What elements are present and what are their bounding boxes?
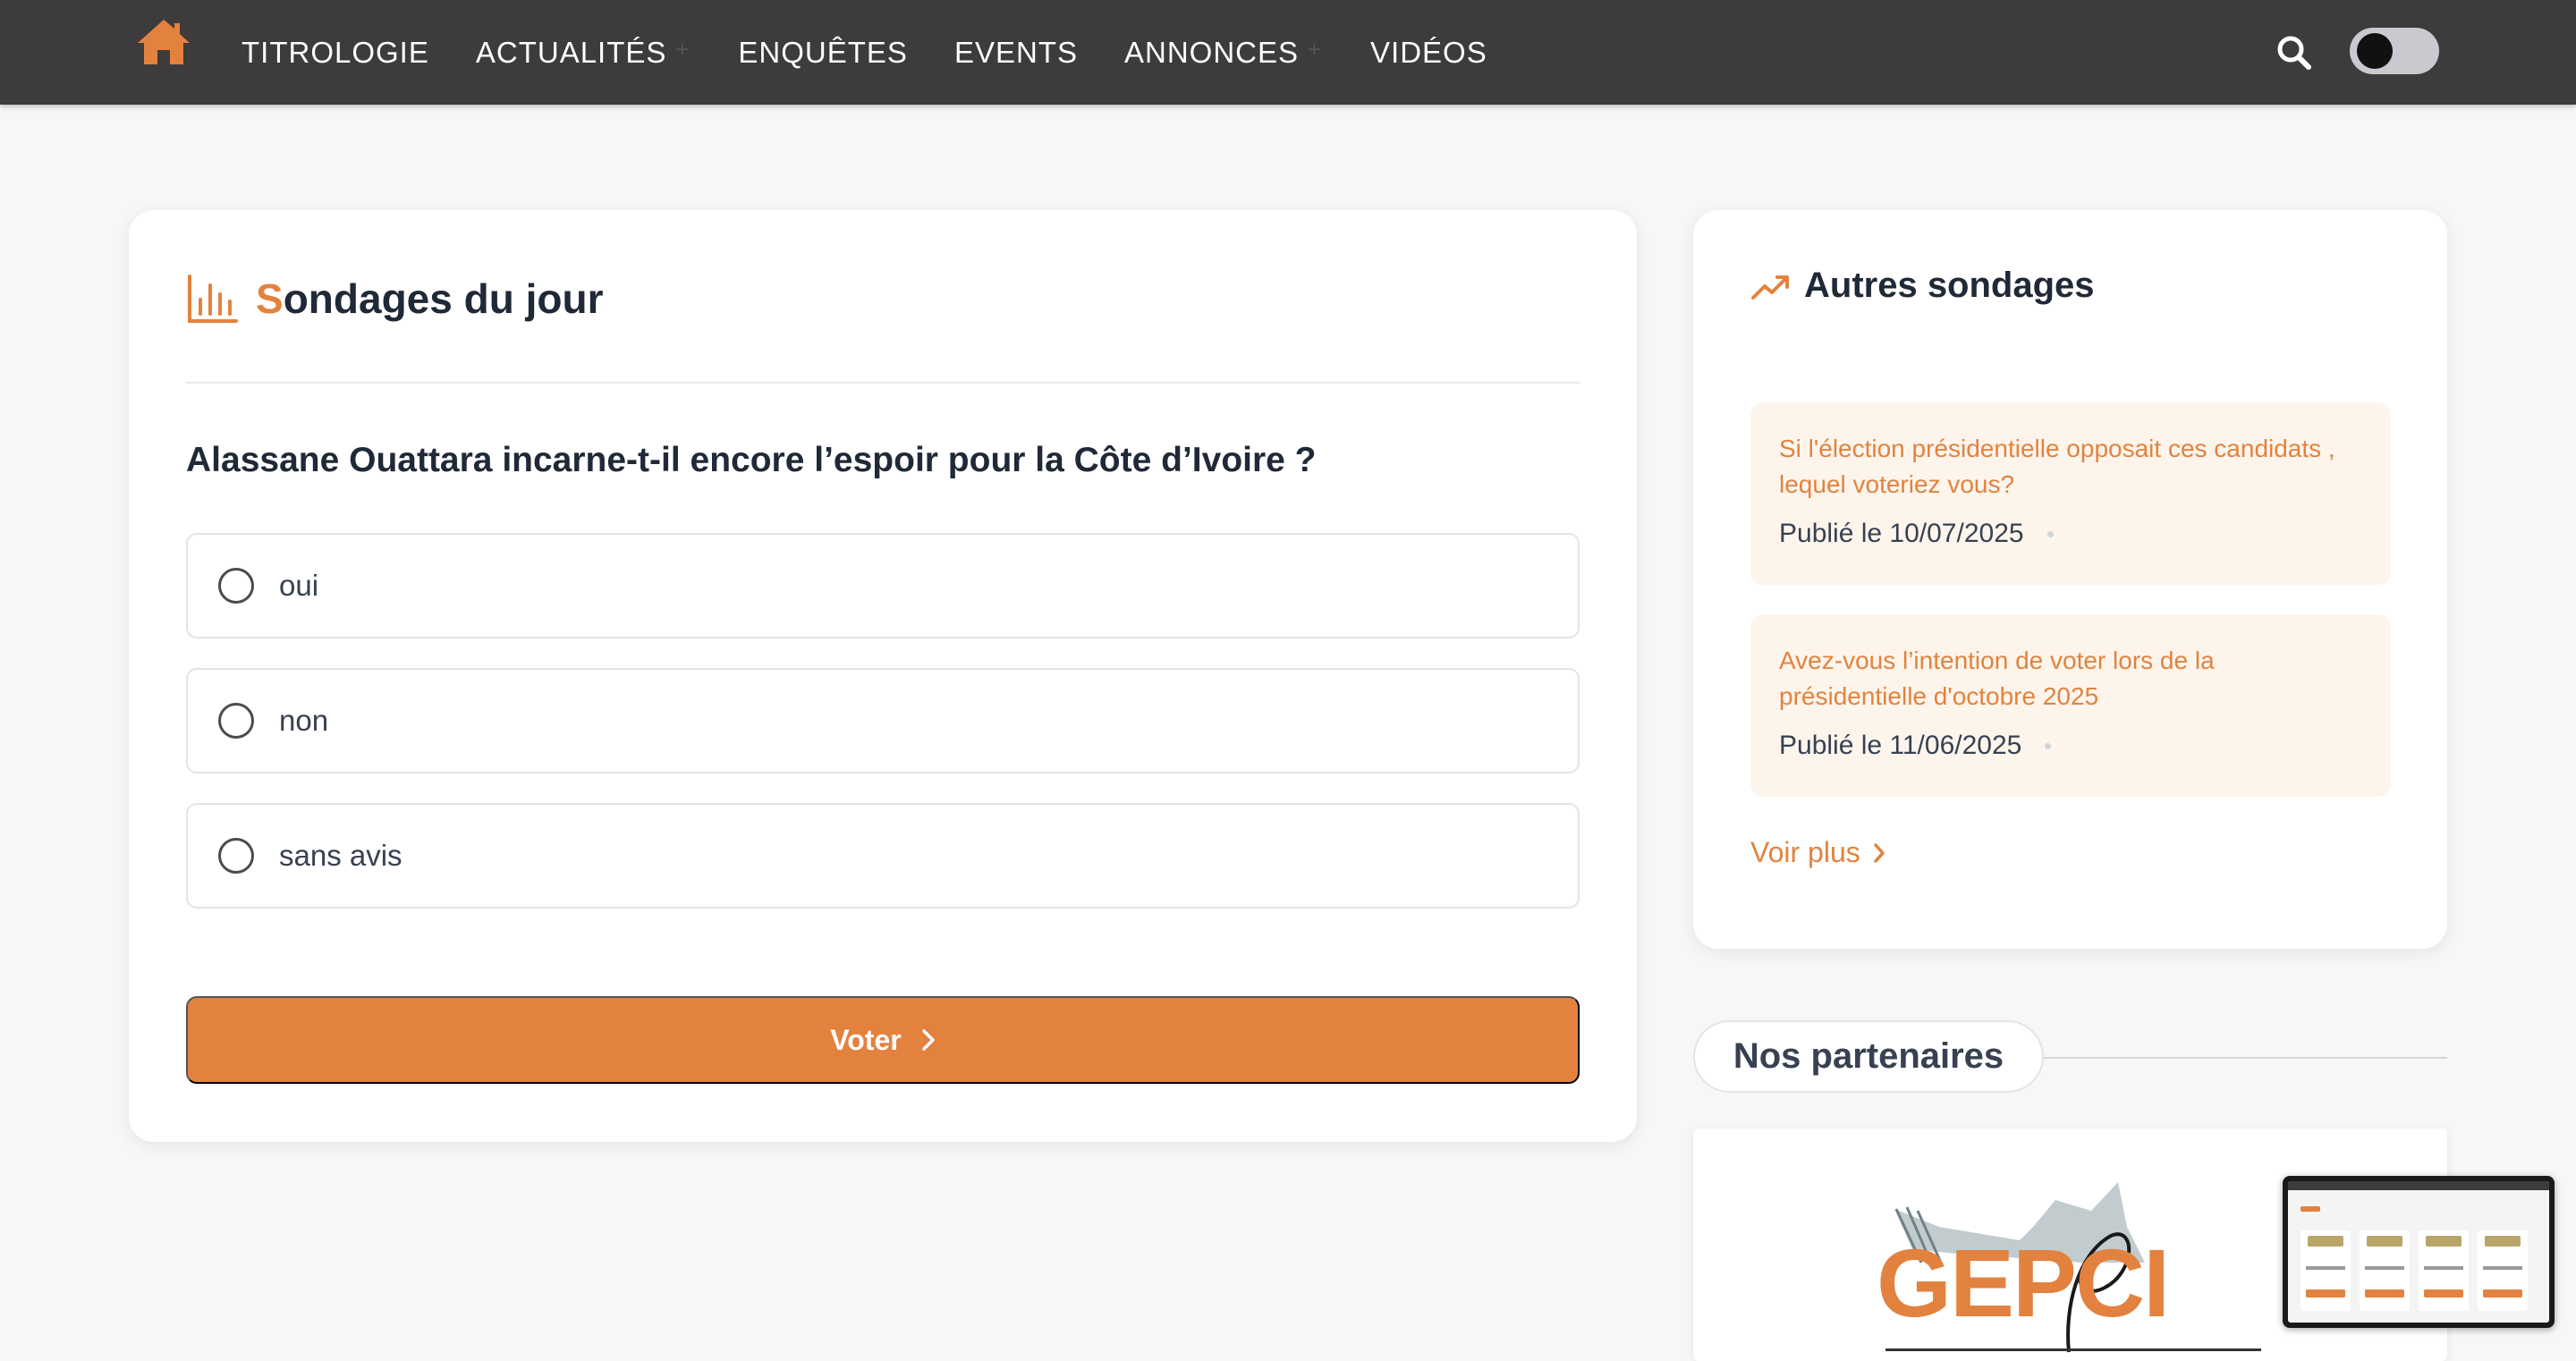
poll-question: Alassane Ouattara incarne-t-il encore l’… — [186, 441, 1317, 479]
poll-header: Sondages du jour — [186, 273, 603, 325]
nav-item-videos[interactable]: VIDÉOS — [1370, 36, 1487, 70]
main-nav: TITROLOGIE ACTUALITÉS + ENQUÊTES EVENTS A… — [242, 0, 1534, 105]
poll-option-sans-avis[interactable]: sans avis — [186, 803, 1580, 909]
thumbnail-card — [2301, 1230, 2351, 1311]
nav-item-enquetes[interactable]: ENQUÊTES — [738, 36, 908, 70]
option-label: non — [279, 704, 329, 737]
home-icon[interactable] — [136, 18, 191, 66]
other-poll-date: Publié le 10/07/2025 — [1779, 519, 2364, 549]
gepci-logo[interactable]: GEPCI — [1877, 1173, 2270, 1361]
nav-item-events[interactable]: EVENTS — [954, 36, 1078, 70]
radio-button[interactable] — [218, 838, 254, 874]
see-more-link[interactable]: Voir plus — [1750, 836, 1885, 869]
partners-divider — [2044, 1057, 2447, 1059]
poll-option-oui[interactable]: oui — [186, 533, 1580, 638]
other-poll-item[interactable]: Avez-vous l’intention de voter lors de l… — [1750, 614, 2391, 797]
trending-up-icon — [1751, 275, 1789, 300]
thumbnail-title — [2301, 1206, 2320, 1212]
poll-title: Sondages du jour — [256, 275, 603, 323]
poll-card: Sondages du jour Alassane Ouattara incar… — [129, 210, 1637, 1142]
publish-date: Publié le 11/06/2025 — [1779, 731, 2022, 760]
submenu-plus-icon: + — [1307, 35, 1323, 63]
thumbnail-screen — [2288, 1181, 2549, 1323]
nav-item-label: ANNONCES — [1124, 35, 1300, 69]
chevron-right-icon — [1873, 842, 1885, 863]
option-label: sans avis — [279, 839, 402, 872]
other-polls-card: Autres sondages Si l'élection présidenti… — [1693, 210, 2447, 949]
dot-separator — [2046, 530, 2054, 537]
radio-button[interactable] — [218, 568, 254, 604]
partners-heading: Nos partenaires — [1693, 1020, 2044, 1093]
page-preview-thumbnail[interactable] — [2283, 1176, 2555, 1328]
nav-item-titrologie[interactable]: TITROLOGIE — [242, 36, 429, 70]
logo-text: GEPCI — [1877, 1229, 2168, 1337]
search-icon[interactable] — [2275, 34, 2311, 70]
other-poll-title[interactable]: Avez-vous l’intention de voter lors de l… — [1779, 643, 2364, 714]
publish-date: Publié le 10/07/2025 — [1779, 519, 2024, 548]
top-navbar: TITROLOGIE ACTUALITÉS + ENQUÊTES EVENTS A… — [0, 0, 2576, 105]
theme-toggle[interactable] — [2350, 28, 2439, 74]
nav-item-actualites[interactable]: ACTUALITÉS + — [475, 35, 690, 70]
other-polls-header: Autres sondages — [1750, 266, 2095, 306]
nav-item-label: ACTUALITÉS — [475, 35, 667, 69]
poll-title-rest: ondages du jour — [283, 275, 604, 322]
other-polls-title: Autres sondages — [1804, 266, 2095, 305]
poll-option-non[interactable]: non — [186, 668, 1580, 773]
vote-button-label: Voter — [830, 1023, 902, 1056]
chevron-right-icon — [921, 1029, 935, 1051]
poll-title-initial: S — [256, 275, 284, 322]
nav-item-annonces[interactable]: ANNONCES + — [1124, 35, 1321, 70]
see-more-label: Voir plus — [1750, 836, 1860, 868]
other-poll-date: Publié le 11/06/2025 — [1779, 731, 2364, 761]
radio-button[interactable] — [218, 703, 254, 739]
thumbnail-card — [2419, 1230, 2469, 1311]
divider — [186, 382, 1580, 384]
dot-separator — [2045, 742, 2052, 749]
thumbnail-card — [2360, 1230, 2410, 1311]
thumbnail-card — [2478, 1230, 2528, 1311]
submenu-plus-icon: + — [675, 35, 691, 63]
toggle-knob — [2357, 33, 2393, 69]
vote-button[interactable]: Voter — [186, 996, 1580, 1084]
option-label: oui — [279, 569, 319, 602]
other-poll-title[interactable]: Si l'élection présidentielle opposait ce… — [1779, 431, 2364, 503]
bar-chart-icon — [188, 275, 238, 323]
thumbnail-navbar — [2288, 1181, 2549, 1190]
other-poll-item[interactable]: Si l'élection présidentielle opposait ce… — [1750, 402, 2391, 585]
